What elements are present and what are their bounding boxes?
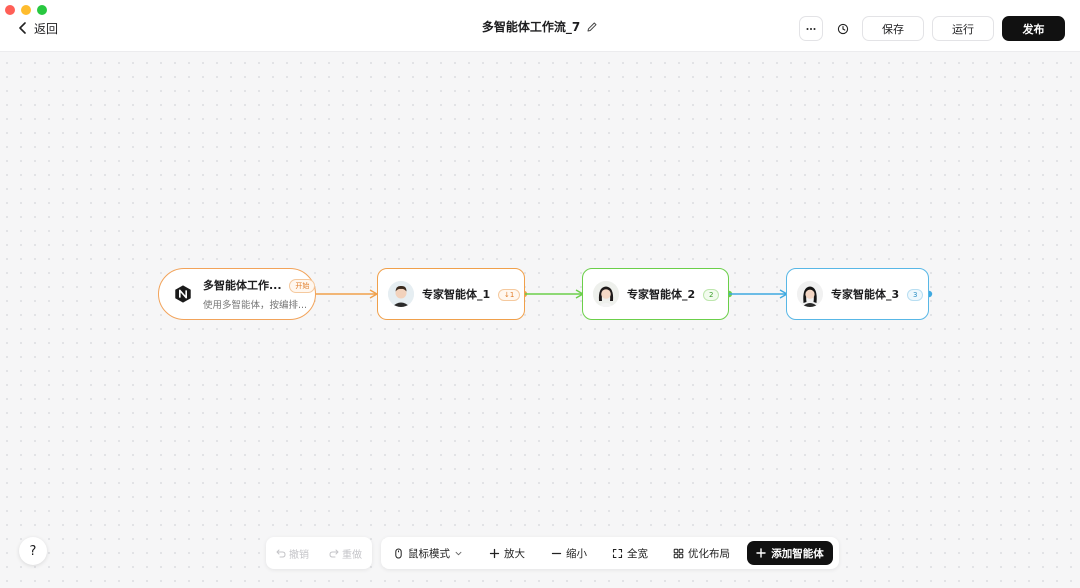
start-node-text: 多智能体工作... 开始 使用多智能体，按编排...: [203, 277, 316, 311]
help-button[interactable]: ?: [19, 537, 47, 565]
fit-view-button[interactable]: 全宽: [612, 544, 648, 562]
more-options-button[interactable]: [799, 16, 823, 41]
undo-label: 撤销: [289, 549, 309, 561]
mouse-icon: [395, 548, 402, 558]
clock-icon: [837, 23, 849, 34]
zoom-out-button[interactable]: 缩小: [551, 544, 587, 562]
agent-node-3[interactable]: 专家智能体_3 3: [786, 268, 929, 320]
zoom-in-button[interactable]: 放大: [489, 544, 525, 562]
agent-1-badge: ↓1: [498, 289, 521, 301]
add-agent-label: 添加智能体: [771, 547, 824, 560]
zoom-in-label: 放大: [504, 547, 525, 560]
edge-start-to-agent1[interactable]: [316, 289, 379, 299]
edit-pencil-icon[interactable]: [586, 21, 598, 33]
mouse-mode-label: 鼠标模式: [408, 547, 450, 560]
fullscreen-icon: [612, 548, 623, 558]
close-window-button[interactable]: [5, 5, 15, 15]
agent-2-title: 专家智能体_2: [627, 288, 696, 301]
undo-icon: [276, 549, 286, 558]
optimize-layout-label: 优化布局: [688, 547, 730, 560]
start-node-title-row: 多智能体工作... 开始: [203, 277, 316, 293]
start-node-subtitle: 使用多智能体，按编排...: [203, 300, 308, 311]
zoom-window-button[interactable]: [37, 5, 47, 15]
agent-node-2[interactable]: 专家智能体_2 2: [582, 268, 729, 320]
optimize-layout-button[interactable]: 优化布局: [673, 544, 730, 562]
agent-2-badge: 2: [703, 289, 720, 301]
agent-1-title-row: 专家智能体_1 ↓1: [422, 286, 521, 302]
minus-icon: [551, 552, 562, 554]
agent-2-avatar: [593, 281, 619, 307]
plus-icon: [756, 548, 766, 558]
minimize-window-button[interactable]: [21, 5, 31, 15]
agent-3-avatar: [797, 281, 823, 307]
redo-icon: [329, 549, 339, 558]
top-bar: 返回 多智能体工作流_7 保存 运行 发布: [0, 0, 1080, 52]
app-logo-icon: [173, 283, 193, 305]
agent-1-avatar: [388, 281, 414, 307]
edge-agent2-to-agent3[interactable]: [725, 289, 789, 299]
plus-icon: [489, 548, 500, 558]
layout-grid-icon: [673, 548, 684, 558]
agent-3-title-row: 专家智能体_3 3: [831, 286, 924, 302]
edge-agent1-to-agent2[interactable]: [520, 289, 585, 299]
more-horizontal-icon: [806, 27, 816, 30]
start-node[interactable]: 多智能体工作... 开始 使用多智能体，按编排...: [158, 268, 316, 320]
agent-3-badge: 3: [907, 289, 924, 301]
undo-redo-group: 撤销 重做: [266, 537, 372, 569]
canvas-toolbar: 鼠标模式 放大 缩小 全宽 优化布局 添加智能体: [381, 537, 839, 569]
redo-button[interactable]: 重做: [329, 546, 362, 561]
start-node-title: 多智能体工作...: [203, 279, 282, 292]
save-button[interactable]: 保存: [862, 16, 924, 41]
redo-label: 重做: [342, 549, 362, 561]
run-button[interactable]: 运行: [932, 16, 994, 41]
fit-view-label: 全宽: [627, 547, 648, 560]
agent-3-title: 专家智能体_3: [831, 288, 900, 301]
window-controls: [5, 5, 47, 15]
history-button[interactable]: [831, 16, 855, 41]
publish-button[interactable]: 发布: [1002, 16, 1065, 41]
workflow-title: 多智能体工作流_7: [481, 20, 581, 34]
agent-2-title-row: 专家智能体_2 2: [627, 286, 720, 302]
undo-button[interactable]: 撤销: [276, 546, 309, 561]
zoom-out-label: 缩小: [566, 547, 587, 560]
chevron-down-icon: [455, 551, 462, 555]
agent-1-title: 专家智能体_1: [422, 288, 491, 301]
start-badge: 开始: [289, 279, 316, 293]
mouse-mode-dropdown[interactable]: 鼠标模式: [393, 544, 463, 562]
add-agent-button[interactable]: 添加智能体: [747, 541, 833, 565]
agent-node-1[interactable]: 专家智能体_1 ↓1: [377, 268, 525, 320]
